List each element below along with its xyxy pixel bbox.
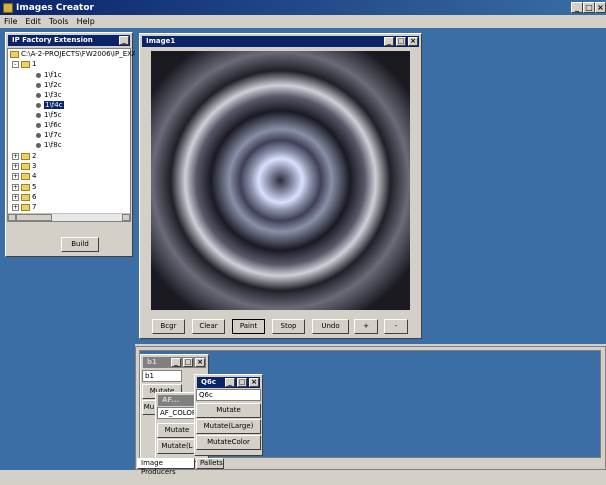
maximize-button[interactable]: □ [583, 2, 595, 13]
folder-icon [21, 152, 30, 160]
clear-button[interactable]: Clear [192, 319, 225, 334]
tab-image-producers[interactable]: Image Producers [137, 458, 195, 476]
folder-icon [21, 183, 30, 191]
tree-leaf[interactable]: 1\f5c [36, 110, 62, 120]
image1-maximize-button[interactable]: □ [396, 37, 406, 46]
node-icon [36, 92, 41, 98]
scroll-right-button[interactable] [122, 214, 130, 221]
image1-title: Image1 [146, 37, 176, 45]
node-icon [36, 72, 41, 78]
menu-edit[interactable]: Edit [21, 17, 45, 26]
expand-icon[interactable]: + [12, 183, 19, 191]
ip-factory-title: IP Factory Extension [12, 36, 93, 44]
tree-node-5[interactable]: +5 [12, 182, 36, 192]
node-icon [36, 142, 41, 148]
zoom-out-button[interactable]: - [384, 319, 408, 334]
expand-icon[interactable]: + [12, 193, 19, 201]
expand-icon[interactable]: + [12, 172, 19, 180]
af-title: AF... [162, 396, 180, 404]
q6c-minimize-button[interactable]: _ [225, 378, 235, 387]
image1-titlebar: Image1 _ □ × [142, 36, 419, 47]
q6c-mutate-large-button[interactable]: Mutate(Large) [196, 419, 261, 434]
b1-title: b1 [147, 358, 157, 366]
minimize-button[interactable]: _ [571, 2, 583, 13]
close-button[interactable]: × [595, 2, 606, 13]
node-icon [36, 122, 41, 128]
paint-button[interactable]: Paint [232, 319, 265, 334]
ip-factory-minimize-button[interactable]: _ [119, 36, 129, 45]
folder-icon [10, 50, 19, 58]
tree-node-1[interactable]: -1 [12, 59, 36, 69]
node-icon [36, 112, 41, 118]
folder-icon [21, 172, 30, 180]
af-mutate-button[interactable]: Mutate [157, 423, 197, 438]
generated-image-canvas[interactable] [151, 51, 410, 310]
q6c-mutate-color-button[interactable]: MutateColor [196, 435, 261, 450]
b1-titlebar: b1 _ □ × [143, 357, 206, 368]
tree-leaf[interactable]: 1\f2c [36, 80, 62, 90]
folder-icon [21, 162, 30, 170]
b1-name-field[interactable]: b1 [142, 370, 182, 382]
zoom-in-button[interactable]: + [354, 319, 378, 334]
q6c-close-button[interactable]: × [249, 378, 259, 387]
menu-file[interactable]: File [0, 17, 21, 26]
node-icon [36, 82, 41, 88]
bcgr-button[interactable]: Bcgr [152, 319, 185, 334]
tree-leaf[interactable]: 1\f1c [36, 70, 62, 80]
folder-icon [21, 193, 30, 201]
tree-leaf[interactable]: 1\f7c [36, 130, 62, 140]
b1-minimize-button[interactable]: _ [171, 358, 181, 367]
b1-close-button[interactable]: × [195, 358, 205, 367]
q6c-titlebar: Q6c _ □ × [197, 377, 260, 388]
stop-button[interactable]: Stop [272, 319, 305, 334]
af-name-field[interactable]: AF_COLOR [157, 407, 197, 419]
folder-icon [21, 60, 30, 68]
tree-node-6[interactable]: +6 [12, 192, 36, 202]
menu-help[interactable]: Help [73, 17, 99, 26]
tree-leaf[interactable]: 1\f6c [36, 120, 62, 130]
expand-icon[interactable]: + [12, 203, 19, 211]
node-icon [36, 102, 41, 108]
project-tree[interactable]: C:\A-2-PROJECTS\FW2006\IP_EXAI -1 1\f1c … [7, 48, 139, 222]
app-title: Images Creator [16, 2, 94, 13]
tree-leaf-selected[interactable]: 1\f4c [36, 100, 64, 110]
tree-leaf[interactable]: 1\f8c [36, 140, 62, 150]
menu-bar: File Edit Tools Help [0, 15, 606, 28]
scroll-thumb[interactable] [16, 214, 52, 221]
q6c-mutate-button[interactable]: Mutate [196, 403, 261, 418]
q6c-name-field[interactable]: Q6c [196, 389, 261, 401]
tree-node-2[interactable]: +2 [12, 151, 36, 161]
scroll-left-button[interactable] [8, 214, 16, 221]
q6c-maximize-button[interactable]: □ [237, 378, 247, 387]
build-button[interactable]: Build [61, 237, 99, 252]
af-mutate-large-button[interactable]: Mutate(L [157, 439, 197, 454]
node-icon [36, 132, 41, 138]
tree-node-4[interactable]: +4 [12, 171, 36, 181]
expand-icon[interactable]: + [12, 162, 19, 170]
tree-leaf[interactable]: 1\f3c [36, 90, 62, 100]
app-titlebar: Images Creator _ □ × [0, 0, 606, 15]
expand-icon[interactable]: + [12, 152, 19, 160]
b1-mutate-partial-button[interactable]: Mu [142, 400, 156, 415]
tree-hscrollbar[interactable] [8, 213, 130, 221]
app-icon [3, 2, 13, 13]
image1-close-button[interactable]: × [408, 37, 418, 46]
menu-tools[interactable]: Tools [45, 17, 73, 26]
tree-node-3[interactable]: +3 [12, 161, 36, 171]
tab-pallets[interactable]: Pallets [196, 458, 224, 469]
folder-icon [21, 203, 30, 211]
tree-path[interactable]: C:\A-2-PROJECTS\FW2006\IP_EXAI [10, 49, 139, 59]
collapse-icon[interactable]: - [12, 60, 19, 68]
image1-minimize-button[interactable]: _ [384, 37, 394, 46]
b1-maximize-button[interactable]: □ [183, 358, 193, 367]
q6c-title: Q6c [201, 378, 216, 386]
ip-factory-titlebar: IP Factory Extension _ [8, 35, 130, 46]
undo-button[interactable]: Undo [312, 319, 349, 334]
tree-node-7[interactable]: +7 [12, 202, 36, 212]
